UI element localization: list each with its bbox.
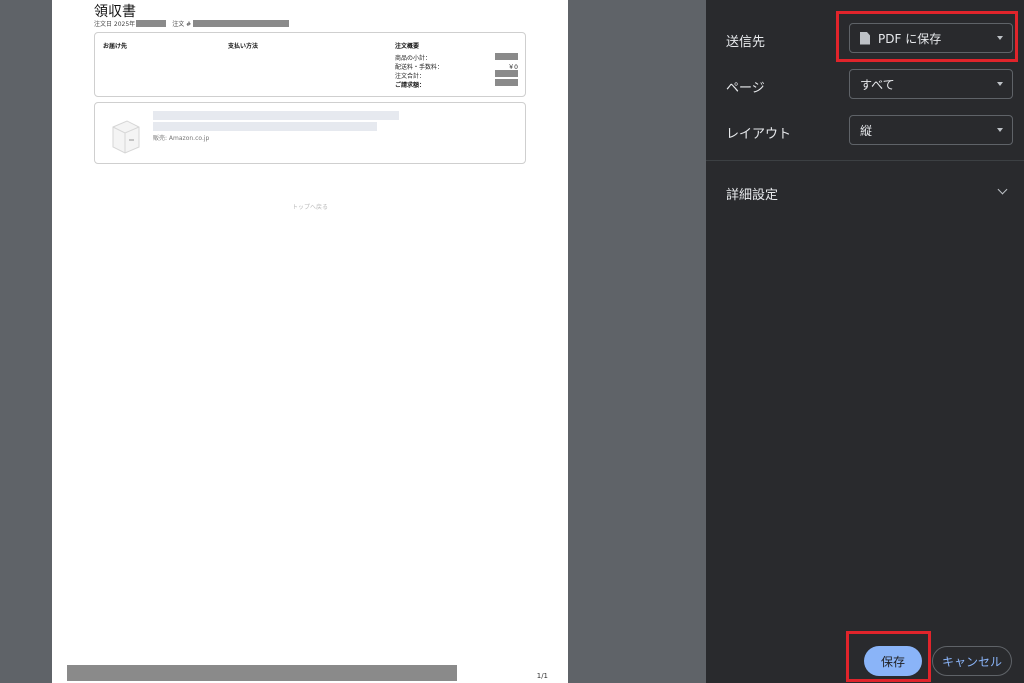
order-summary-box: お届け先 支払い方法 注文概要 商品の小計： 配送料・手数料： ￥0 注文合計：…: [94, 32, 526, 97]
payment-heading: 支払い方法: [228, 43, 259, 50]
layout-label: レイアウト: [726, 127, 792, 142]
save-button[interactable]: 保存: [864, 646, 922, 676]
order-item-box: 販売: Amazon.co.jp: [94, 102, 526, 164]
order-meta: 注文日 2025年 注文 #: [94, 19, 290, 28]
redacted-subtotal: [495, 53, 518, 60]
back-to-top-link: トップへ戻る: [291, 204, 328, 211]
redacted-order-number: [193, 20, 290, 27]
pages-select[interactable]: すべて: [849, 69, 1013, 99]
caret-down-icon: [997, 82, 1003, 86]
document-icon: [860, 31, 870, 45]
preview-page: 領収書 注文日 2025年 注文 # お届け先 支払い方法 注文概要 商品の小計…: [52, 0, 568, 683]
pages-value: すべて: [860, 77, 895, 92]
redacted-total: [495, 70, 518, 77]
page-number: 1/1: [536, 672, 548, 680]
caret-down-icon: [997, 36, 1003, 40]
total-label: 注文合計：: [395, 73, 426, 80]
print-preview-area: 領収書 注文日 2025年 注文 # お届け先 支払い方法 注文概要 商品の小計…: [0, 0, 706, 683]
shipping-label: 配送料・手数料：: [395, 64, 444, 71]
redacted-billed: [495, 79, 518, 86]
layout-value: 縦: [860, 123, 873, 138]
chevron-down-icon[interactable]: [997, 184, 1008, 195]
destination-select[interactable]: PDF に保存: [849, 23, 1013, 53]
order-number-label: 注文 #: [172, 21, 192, 28]
ship-to-heading: お届け先: [103, 43, 128, 50]
destination-value: PDF に保存: [878, 31, 942, 46]
caret-down-icon: [997, 128, 1003, 132]
seller-text: 販売: Amazon.co.jp: [153, 135, 210, 142]
blurred-product-name: [153, 111, 399, 120]
print-settings-panel: 送信先 PDF に保存 ページ すべて レイアウト 縦 詳細設定 保存 キャンセ…: [706, 0, 1024, 683]
billed-label: ご請求額：: [395, 82, 426, 89]
order-date-label: 注文日 2025年: [94, 21, 136, 28]
document-title: 領収書: [94, 4, 136, 20]
layout-select[interactable]: 縦: [849, 115, 1013, 145]
more-settings-toggle[interactable]: 詳細設定: [726, 184, 778, 203]
product-image: [112, 120, 140, 154]
destination-label: 送信先: [726, 35, 766, 50]
blurred-product-name-line2: [153, 122, 377, 131]
summary-heading: 注文概要: [395, 43, 420, 50]
settings-divider: [706, 160, 1024, 161]
redacted-date: [136, 20, 167, 27]
redacted-footer: [67, 665, 457, 681]
subtotal-label: 商品の小計：: [395, 55, 432, 62]
cancel-button[interactable]: キャンセル: [932, 646, 1012, 676]
pages-label: ページ: [726, 81, 765, 96]
